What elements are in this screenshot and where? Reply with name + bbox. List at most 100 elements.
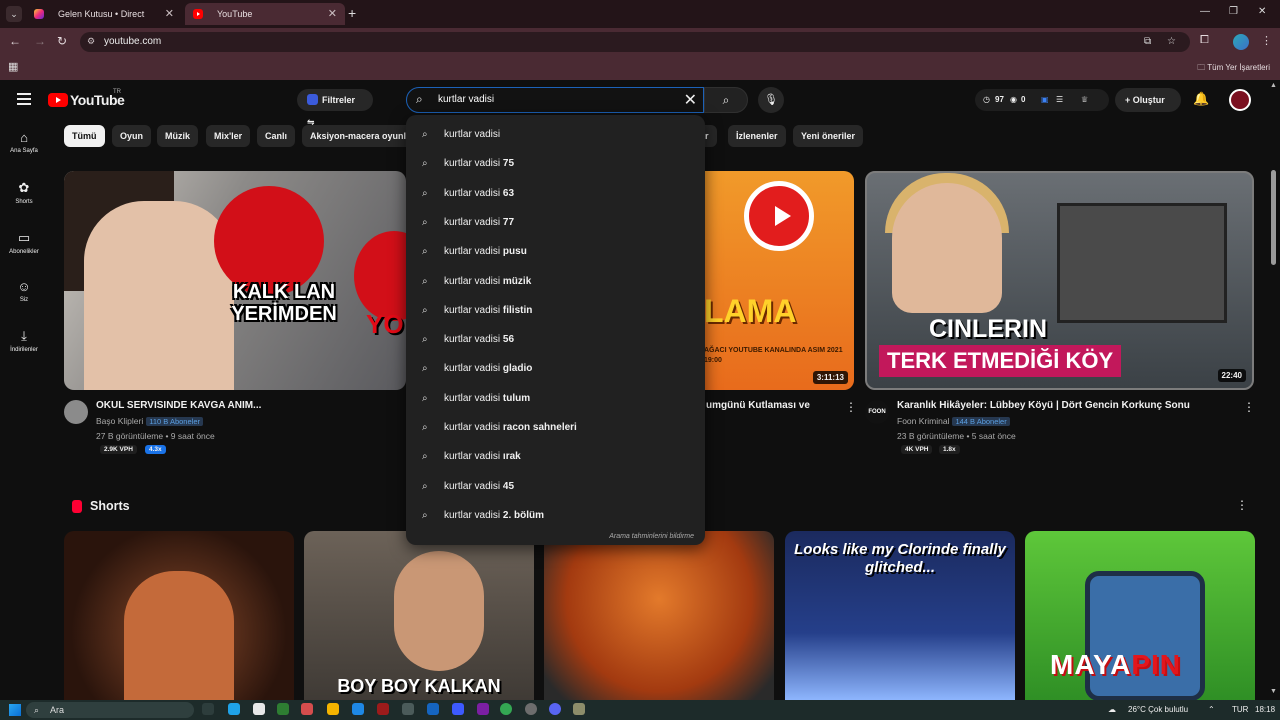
suggestion-item[interactable]: ⌕ kurtlar vadisi 63 (406, 179, 705, 208)
suggestion-item[interactable]: ⌕ kurtlar vadisi müzik (406, 267, 705, 296)
cast-icon[interactable]: ⧉ (1144, 36, 1151, 47)
app-icon[interactable] (427, 703, 439, 715)
chip-live[interactable]: Canlı (257, 125, 296, 147)
sidebar-item-you[interactable]: ☺ Siz (0, 279, 48, 303)
short-thumbnail[interactable]: BOY BOY KALKAN (304, 531, 534, 701)
app-icon[interactable] (301, 703, 313, 715)
app-icon[interactable] (402, 703, 414, 715)
close-tab-icon[interactable]: ✕ (165, 3, 174, 25)
guide-menu-icon[interactable] (17, 93, 31, 108)
channel-avatar[interactable]: FOON (865, 400, 889, 424)
suggestion-item[interactable]: ⌕ kurtlar vadisi 56 (406, 325, 705, 354)
video-thumbnail[interactable]: KALK LAN YERİMDEN YO (64, 171, 406, 390)
profile-avatar[interactable] (1233, 34, 1249, 50)
short-thumbnail[interactable] (544, 531, 774, 701)
sidebar-item-home[interactable]: ⌂ Ana Sayfa (0, 130, 48, 154)
page-scrollbar-thumb[interactable] (1271, 170, 1276, 265)
trophy-icon[interactable]: ♕ (1081, 89, 1088, 111)
suggestion-item[interactable]: ⌕ kurtlar vadisi 45 (406, 472, 705, 501)
all-bookmarks-button[interactable]: 🗀 Tüm Yer İşaretleri (1197, 62, 1270, 76)
channel-name[interactable]: Başo Klipleri 110 B Aboneler (96, 416, 203, 426)
app-icon[interactable] (377, 703, 389, 715)
file-explorer-icon[interactable] (327, 703, 339, 715)
reload-button[interactable]: ↻ (57, 34, 67, 48)
report-predictions-link[interactable]: Arama tahminlerini bildirme (609, 533, 694, 540)
video-title[interactable]: OKUL SERVISINDE KAVGA ANIM... (96, 400, 261, 411)
sidebar-item-downloads[interactable]: ⤓ İndirilenler (0, 328, 48, 353)
suggestion-item[interactable]: ⌕ kurtlar vadisi 77 (406, 208, 705, 237)
store-icon[interactable] (253, 703, 265, 715)
app-icon[interactable] (573, 703, 585, 715)
extensions-icon[interactable]: ⧠ (1200, 34, 1209, 47)
chip-music[interactable]: Müzik (157, 125, 199, 147)
edge-icon[interactable] (228, 703, 240, 715)
chip-mixes[interactable]: Mix'ler (206, 125, 251, 147)
back-button[interactable]: ← (9, 34, 21, 48)
short-thumbnail[interactable]: MAYAPIN (1025, 531, 1255, 701)
video-title[interactable]: umgünü Kutlaması ve (706, 400, 810, 411)
start-button[interactable] (9, 704, 21, 716)
address-bar[interactable]: ⚙ youtube.com ⧉ ☆ (80, 32, 1190, 52)
more-actions-icon[interactable]: ⋮ (845, 400, 857, 414)
notifications-bell-icon[interactable]: 🔔 (1193, 91, 1209, 107)
tab-instagram[interactable]: Gelen Kutusu • Direct ✕ (26, 3, 182, 25)
search-button[interactable]: ⌕ (704, 87, 748, 113)
app-icon[interactable] (352, 703, 364, 715)
voice-search-button[interactable]: 🎙 (758, 87, 784, 113)
site-info-icon[interactable]: ⚙ (87, 36, 95, 47)
app-icon[interactable] (477, 703, 489, 715)
language-indicator[interactable]: TUR (1232, 705, 1248, 714)
account-avatar[interactable] (1229, 89, 1251, 111)
app-icon[interactable] (525, 703, 537, 715)
bookmark-star-icon[interactable]: ☆ (1167, 36, 1176, 47)
chip-new-to-you[interactable]: Yeni öneriler (793, 125, 864, 147)
suggestion-item[interactable]: ⌕ kurtlar vadisi gladio (406, 354, 705, 383)
search-input[interactable]: ⌕ kurtlar vadisi ✕ (406, 87, 704, 113)
scroll-down-arrow[interactable]: ▼ (1270, 688, 1277, 695)
browser-menu-icon[interactable]: ⋮ (1261, 34, 1272, 47)
short-thumbnail[interactable] (64, 531, 294, 701)
close-window-button[interactable]: ✕ (1258, 6, 1266, 17)
scroll-up-arrow[interactable]: ▲ (1270, 82, 1277, 89)
restore-button[interactable]: ❐ (1229, 6, 1238, 17)
video-title[interactable]: Karanlık Hikâyeler: Lübbey Köyü | Dört G… (897, 400, 1190, 411)
suggestion-item[interactable]: ⌕ kurtlar vadisi pusu (406, 237, 705, 266)
extension-logo-icon[interactable]: ▣ (1041, 89, 1049, 111)
minimize-button[interactable]: — (1200, 6, 1210, 17)
suggestion-item[interactable]: ⌕ kurtlar vadisi (406, 120, 705, 149)
suggestion-item[interactable]: ⌕ kurtlar vadisi 2. bölüm (406, 501, 705, 530)
suggestion-item[interactable]: ⌕ kurtlar vadisi tulum (406, 384, 705, 413)
list-icon[interactable]: ☰ (1056, 89, 1063, 111)
video-thumbnail[interactable]: LAMA AĞACI YOUTUBE KANALINDA ASIM 2021 1… (704, 171, 854, 390)
suggestion-item[interactable]: ⌕ kurtlar vadisi filistin (406, 296, 705, 325)
video-thumbnail[interactable]: CINLERIN TERK ETMEDİĞİ KÖY 22:40 (865, 171, 1254, 390)
suggestion-item[interactable]: ⌕ kurtlar vadisi racon sahneleri (406, 413, 705, 442)
clear-search-icon[interactable]: ✕ (684, 90, 697, 110)
chip-gaming[interactable]: Oyun (112, 125, 152, 147)
chip-all[interactable]: Tümü (64, 125, 105, 147)
discord-icon[interactable] (549, 703, 561, 715)
apps-grid-icon[interactable]: ▦ (8, 60, 18, 73)
new-tab-button[interactable]: + (348, 5, 356, 21)
sidebar-item-subscriptions[interactable]: ▭ Abonelikler (0, 230, 48, 255)
chrome-icon[interactable] (500, 703, 512, 715)
sidebar-item-shorts[interactable]: ✿ Shorts (0, 180, 48, 205)
create-button[interactable]: + Oluştur (1115, 88, 1181, 112)
extension-stats[interactable]: ◷ 97 ◉ 0 ▣ ☰ ♕ (975, 89, 1109, 111)
app-icon[interactable] (452, 703, 464, 715)
tab-search-button[interactable]: ⌄ (6, 6, 22, 22)
close-tab-icon[interactable]: ✕ (328, 3, 337, 25)
filters-button[interactable]: Filtreler ⇋ (297, 89, 373, 127)
app-icon[interactable] (277, 703, 289, 715)
chip-watched[interactable]: İzlenenler (728, 125, 786, 147)
channel-avatar[interactable] (64, 400, 88, 424)
tray-arrow-icon[interactable]: ⌃ (1208, 705, 1215, 714)
shelf-more-icon[interactable]: ⋮ (1236, 498, 1248, 512)
taskbar-search[interactable]: ⌕ Ara (26, 702, 194, 718)
clock[interactable]: 18:18 (1255, 705, 1275, 714)
task-view-icon[interactable] (202, 703, 214, 715)
short-thumbnail[interactable]: Looks like my Clorinde finally glitched.… (785, 531, 1015, 701)
weather-text[interactable]: 26°C Çok bulutlu (1128, 705, 1188, 714)
forward-button[interactable]: → (34, 34, 46, 48)
channel-name[interactable]: Foon Kriminal 144 B Aboneler (897, 416, 1010, 426)
